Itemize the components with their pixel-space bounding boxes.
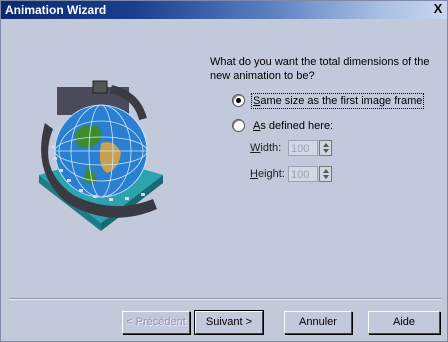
next-button-label: Suivant >	[205, 316, 253, 328]
width-label: Width:	[250, 142, 282, 154]
option-as-defined[interactable]: As defined here:	[232, 119, 333, 132]
back-button-label: < Précédent	[126, 316, 186, 328]
radio-as-defined-label[interactable]: As defined here:	[253, 120, 333, 132]
height-label: Height:	[250, 168, 285, 180]
wizard-window: Animation Wizard X What do you want the …	[0, 0, 448, 342]
help-button[interactable]: Aide	[368, 311, 440, 334]
height-row: Height: 100	[250, 166, 332, 182]
cancel-button-label: Annuler	[299, 316, 337, 328]
width-row: Width: 100	[250, 140, 332, 156]
help-button-label: Aide	[392, 316, 416, 328]
radio-as-defined[interactable]	[232, 119, 245, 132]
height-input[interactable]: 100	[288, 166, 318, 182]
dimensions-question: What do you want the total dimensions of…	[210, 56, 430, 82]
back-button[interactable]: < Précédent	[122, 311, 190, 334]
option-same-size[interactable]: Same size as the first image frame	[232, 92, 425, 109]
cancel-button[interactable]: Annuler	[284, 311, 352, 334]
width-spinner-icon[interactable]	[319, 140, 332, 156]
button-separator	[9, 298, 441, 300]
title-bar: Animation Wizard X	[1, 1, 447, 19]
radio-same-size[interactable]	[232, 94, 245, 107]
width-input[interactable]: 100	[288, 140, 318, 156]
radio-same-size-label[interactable]: Same size as the first image frame	[250, 92, 425, 109]
window-title: Animation Wizard	[5, 3, 107, 17]
globe-filmstrip-icon	[39, 80, 163, 231]
height-spinner-icon[interactable]	[319, 166, 332, 182]
close-icon[interactable]: X	[431, 2, 445, 16]
next-button[interactable]: Suivant >	[194, 310, 264, 335]
